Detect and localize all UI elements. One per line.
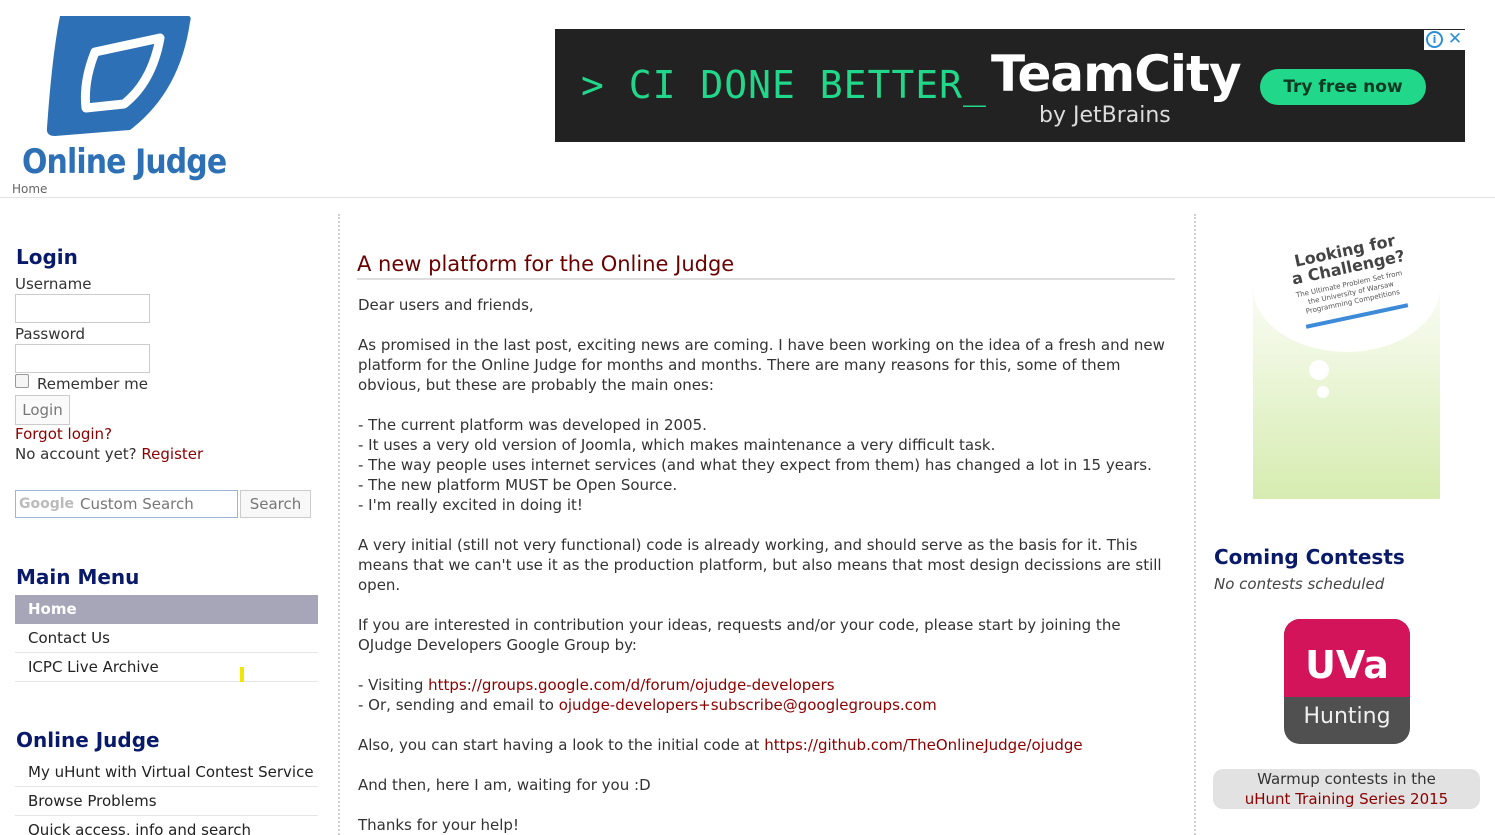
breadcrumb[interactable]: Home: [12, 182, 47, 196]
coming-contests-title: Coming Contests: [1214, 545, 1405, 569]
google-group-link[interactable]: https://groups.google.com/d/forum/ojudge…: [428, 676, 834, 694]
article-body: Dear users and friends, As promised in t…: [358, 295, 1173, 835]
ad-by-line: by JetBrains: [1039, 103, 1171, 128]
menu-item-contact-us[interactable]: Contact Us: [15, 624, 318, 653]
ad-info-icon[interactable]: i: [1426, 31, 1443, 48]
bubble-icon: [1317, 386, 1329, 398]
highlight-marker: [240, 667, 244, 682]
search-button[interactable]: Search: [240, 490, 311, 518]
reason-item: - The current platform was developed in …: [358, 416, 707, 434]
column-divider: [338, 214, 340, 835]
password-label: Password: [15, 325, 86, 343]
google-logo-icon: Google: [19, 496, 75, 512]
reason-item: - It uses a very old version of Joomla, …: [358, 436, 996, 454]
menu-item-uhunt[interactable]: My uHunt with Virtual Contest Service: [15, 758, 318, 787]
article-join-paragraph: If you are interested in contribution yo…: [358, 616, 1121, 654]
email-prefix: - Or, sending and email to: [358, 696, 559, 714]
password-field[interactable]: [15, 344, 150, 373]
no-account-text: No account yet?: [15, 445, 137, 463]
online-judge-menu-title: Online Judge: [16, 728, 160, 752]
ad-close-icon[interactable]: ✕: [1446, 29, 1464, 49]
ad-brand: TeamCity: [991, 45, 1242, 103]
article-intro: As promised in the last post, exciting n…: [358, 336, 1165, 394]
challenge-book-banner[interactable]: Looking for a Challenge? The Ultimate Pr…: [1253, 222, 1440, 499]
column-divider: [1194, 214, 1196, 835]
github-link[interactable]: https://github.com/TheOnlineJudge/ojudge: [764, 736, 1082, 754]
login-title: Login: [16, 245, 78, 269]
teamcity-ad-banner[interactable]: > CI DONE BETTER_ TeamCity by JetBrains …: [555, 29, 1465, 142]
article-greeting: Dear users and friends,: [358, 296, 534, 314]
register-link[interactable]: Register: [141, 445, 203, 463]
forgot-login-link[interactable]: Forgot login?: [15, 425, 112, 443]
warmup-contests-box[interactable]: Warmup contests in the uHunt Training Se…: [1213, 769, 1480, 809]
reason-item: - I'm really excited in doing it!: [358, 496, 583, 514]
warmup-text: Warmup contests in the: [1257, 770, 1436, 788]
article-code-link-paragraph: Also, you can start having a look to the…: [358, 735, 1173, 755]
article-code-paragraph: A very initial (still not very functiona…: [358, 536, 1162, 594]
ad-try-free-button[interactable]: Try free now: [1260, 69, 1426, 105]
article-join-options: - Visiting https://groups.google.com/d/f…: [358, 675, 1173, 715]
logo-text[interactable]: Online Judge: [22, 142, 227, 182]
username-label: Username: [15, 275, 92, 293]
article-waiting: And then, here I am, waiting for you :D: [358, 776, 651, 794]
username-field[interactable]: [15, 294, 150, 323]
remember-me-label: Remember me: [37, 375, 148, 393]
menu-item-quick-access[interactable]: Quick access, info and search: [15, 816, 318, 835]
reason-item: - The new platform MUST be Open Source.: [358, 476, 678, 494]
ad-tagline: > CI DONE BETTER_: [581, 63, 987, 107]
subscribe-email-link[interactable]: ojudge-developers+subscribe@googlegroups…: [559, 696, 937, 714]
uhunt-training-link[interactable]: uHunt Training Series 2015: [1213, 789, 1480, 809]
remember-me-checkbox[interactable]: [15, 374, 29, 388]
article-thanks: Thanks for your help!: [358, 816, 519, 834]
menu-item-browse-problems[interactable]: Browse Problems: [15, 787, 318, 816]
visiting-prefix: - Visiting: [358, 676, 429, 694]
code-prefix: Also, you can start having a look to the…: [358, 736, 765, 754]
uva-hunting-logo-icon[interactable]: UVa Hunting: [1284, 619, 1410, 744]
reason-item: - The way people uses internet services …: [358, 456, 1152, 474]
site-header: Online Judge Home > CI DONE BETTER_ Team…: [0, 0, 1495, 198]
bubble-icon: [1309, 360, 1329, 380]
menu-item-icpc-live-archive[interactable]: ICPC Live Archive: [15, 653, 318, 682]
search-placeholder: Custom Search: [80, 495, 194, 513]
main-menu-title: Main Menu: [16, 565, 140, 589]
search-input[interactable]: Google Custom Search: [15, 490, 238, 518]
uva-word: UVa: [1305, 643, 1389, 687]
uva-hunting-word: Hunting: [1303, 704, 1391, 729]
menu-item-home[interactable]: Home: [15, 595, 318, 624]
article-title[interactable]: A new platform for the Online Judge: [357, 252, 1175, 280]
contests-status: No contests scheduled: [1214, 575, 1385, 593]
article-reasons: - The current platform was developed in …: [358, 415, 1173, 515]
login-button[interactable]: Login: [15, 395, 70, 425]
